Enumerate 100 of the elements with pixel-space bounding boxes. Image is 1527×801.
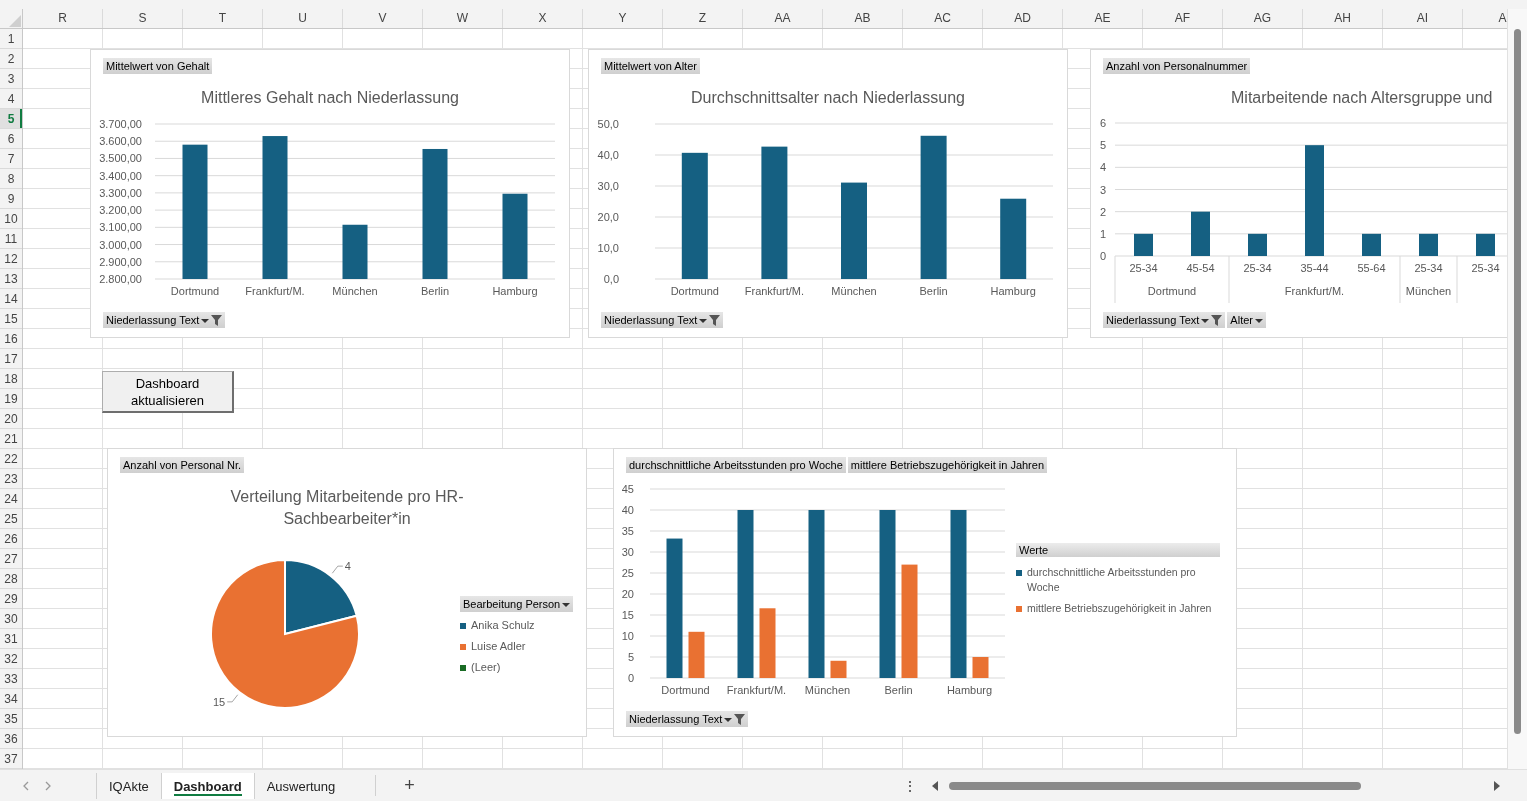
row-header[interactable]: 34 <box>0 689 22 709</box>
axis-tick-label: 30 <box>621 546 634 558</box>
column-header[interactable]: X <box>503 9 583 28</box>
bar <box>342 224 368 279</box>
row-header[interactable]: 11 <box>0 229 22 249</box>
row-header[interactable]: 14 <box>0 289 22 309</box>
bar <box>1248 233 1267 256</box>
column-header[interactable]: Y <box>583 9 663 28</box>
axis-field-button[interactable]: Niederlassung Text <box>601 312 724 328</box>
dropdown-arrow-icon <box>1201 316 1210 324</box>
scroll-right-icon[interactable] <box>1492 780 1501 791</box>
row-header[interactable]: 10 <box>0 209 22 229</box>
bar <box>759 608 776 678</box>
row-header[interactable]: 20 <box>0 409 22 429</box>
row-header[interactable]: 7 <box>0 149 22 169</box>
row-header[interactable]: 12 <box>0 249 22 269</box>
column-header[interactable]: AH <box>1303 9 1383 28</box>
axis-group-label: Frankfurt/M. <box>1284 285 1345 297</box>
dropdown-arrow-icon <box>699 316 708 324</box>
axis-tick-label: 20,0 <box>597 211 619 223</box>
row-header[interactable]: 5 <box>0 109 22 129</box>
corner-triangle-icon <box>9 15 21 27</box>
axis-field-button[interactable]: Alter <box>1227 312 1266 328</box>
row-header[interactable]: 33 <box>0 669 22 689</box>
legend-label: durchschnittliche Arbeitsstunden pro Woche <box>1027 565 1197 595</box>
row-header[interactable]: 9 <box>0 189 22 209</box>
row-header[interactable]: 30 <box>0 609 22 629</box>
axis-tick-label: 40,0 <box>597 149 619 161</box>
dropdown-arrow-icon <box>201 316 210 324</box>
column-header[interactable]: U <box>263 9 343 28</box>
row-header[interactable]: 28 <box>0 569 22 589</box>
axis-tick-label: 3.300,00 <box>99 186 142 199</box>
vertical-scrollbar[interactable] <box>1507 9 1527 769</box>
row-header[interactable]: 31 <box>0 629 22 649</box>
column-header[interactable]: V <box>343 9 423 28</box>
row-header[interactable]: 27 <box>0 549 22 569</box>
axis-category-label: 25-34 <box>1471 262 1500 274</box>
axis-field-button[interactable]: Niederlassung Text <box>1103 312 1226 328</box>
row-header[interactable]: 25 <box>0 509 22 529</box>
row-header[interactable]: 1 <box>0 29 22 49</box>
row-header[interactable]: 36 <box>0 729 22 749</box>
column-header[interactable]: AA <box>743 9 823 28</box>
row-header[interactable]: 6 <box>0 129 22 149</box>
axis-category-label: Frankfurt/M. <box>744 285 805 297</box>
legend-field-button[interactable]: Bearbeitung Person <box>460 596 574 612</box>
row-header[interactable]: 3 <box>0 69 22 89</box>
column-header[interactable]: Z <box>663 9 743 28</box>
scroll-left-icon[interactable] <box>930 780 939 791</box>
value-field-button[interactable]: durchschnittliche Arbeitsstunden pro Woche <box>626 457 846 473</box>
axis-tick-label: 10 <box>621 630 634 642</box>
axis-tick-label: 3.400,00 <box>99 169 142 182</box>
axis-tick-label: 3.700,00 <box>99 118 142 130</box>
column-header[interactable]: AD <box>983 9 1063 28</box>
column-header[interactable]: AF <box>1143 9 1223 28</box>
row-header[interactable]: 17 <box>0 349 22 369</box>
column-header[interactable]: AG <box>1223 9 1303 28</box>
value-field-button[interactable]: mittlere Betriebszugehörigkeit in Jahren <box>847 457 1048 473</box>
row-header[interactable]: 26 <box>0 529 22 549</box>
axis-category-label: 35-44 <box>1300 262 1329 274</box>
row-header[interactable]: 32 <box>0 649 22 669</box>
row-header[interactable]: 29 <box>0 589 22 609</box>
column-header[interactable]: R <box>23 9 103 28</box>
row-header[interactable]: 13 <box>0 269 22 289</box>
bar <box>688 631 705 678</box>
value-field-button[interactable]: Anzahl von Personalnummer <box>1103 58 1251 74</box>
axis-tick-label: 4 <box>1099 161 1106 174</box>
column-header[interactable]: AC <box>903 9 983 28</box>
row-header[interactable]: 16 <box>0 329 22 349</box>
column-header[interactable]: W <box>423 9 503 28</box>
value-field-button[interactable]: Mittelwert von Gehalt <box>103 58 213 74</box>
dropdown-arrow-icon <box>724 715 733 723</box>
value-field-button[interactable]: Mittelwert von Alter <box>601 58 700 74</box>
axis-field-button[interactable]: Niederlassung Text <box>626 711 749 727</box>
column-header[interactable]: AB <box>823 9 903 28</box>
row-header[interactable]: 8 <box>0 169 22 189</box>
column-header[interactable]: S <box>103 9 183 28</box>
row-header[interactable]: 21 <box>0 429 22 449</box>
axis-tick-label: 0 <box>627 672 634 684</box>
sheet-tab[interactable]: Auswertung <box>253 772 348 799</box>
axis-tick-label: 40 <box>621 504 634 516</box>
add-sheet-button[interactable]: + <box>375 775 415 796</box>
row-header[interactable]: 35 <box>0 709 22 729</box>
refresh-dashboard-button[interactable]: Dashboard aktualisieren <box>102 371 234 413</box>
row-header[interactable]: 15 <box>0 309 22 329</box>
column-header[interactable]: AE <box>1063 9 1143 28</box>
sheet-tab[interactable]: Dashboard <box>160 772 254 799</box>
row-header[interactable]: 2 <box>0 49 22 69</box>
column-header[interactable]: AI <box>1383 9 1463 28</box>
more-options-button[interactable]: ⋮ <box>896 776 923 795</box>
row-header[interactable]: 23 <box>0 469 22 489</box>
row-header[interactable]: 24 <box>0 489 22 509</box>
value-field-button[interactable]: Anzahl von Personal Nr. <box>120 457 244 473</box>
row-header[interactable]: 22 <box>0 449 22 469</box>
row-header[interactable]: 19 <box>0 389 22 409</box>
column-header[interactable]: T <box>183 9 263 28</box>
axis-field-button[interactable]: Niederlassung Text <box>103 312 226 328</box>
axis-tick-label: 45 <box>621 483 634 495</box>
sheet-tab[interactable]: IQAkte <box>96 772 161 799</box>
filter-icon <box>709 314 721 326</box>
row-header[interactable]: 18 <box>0 369 22 389</box>
